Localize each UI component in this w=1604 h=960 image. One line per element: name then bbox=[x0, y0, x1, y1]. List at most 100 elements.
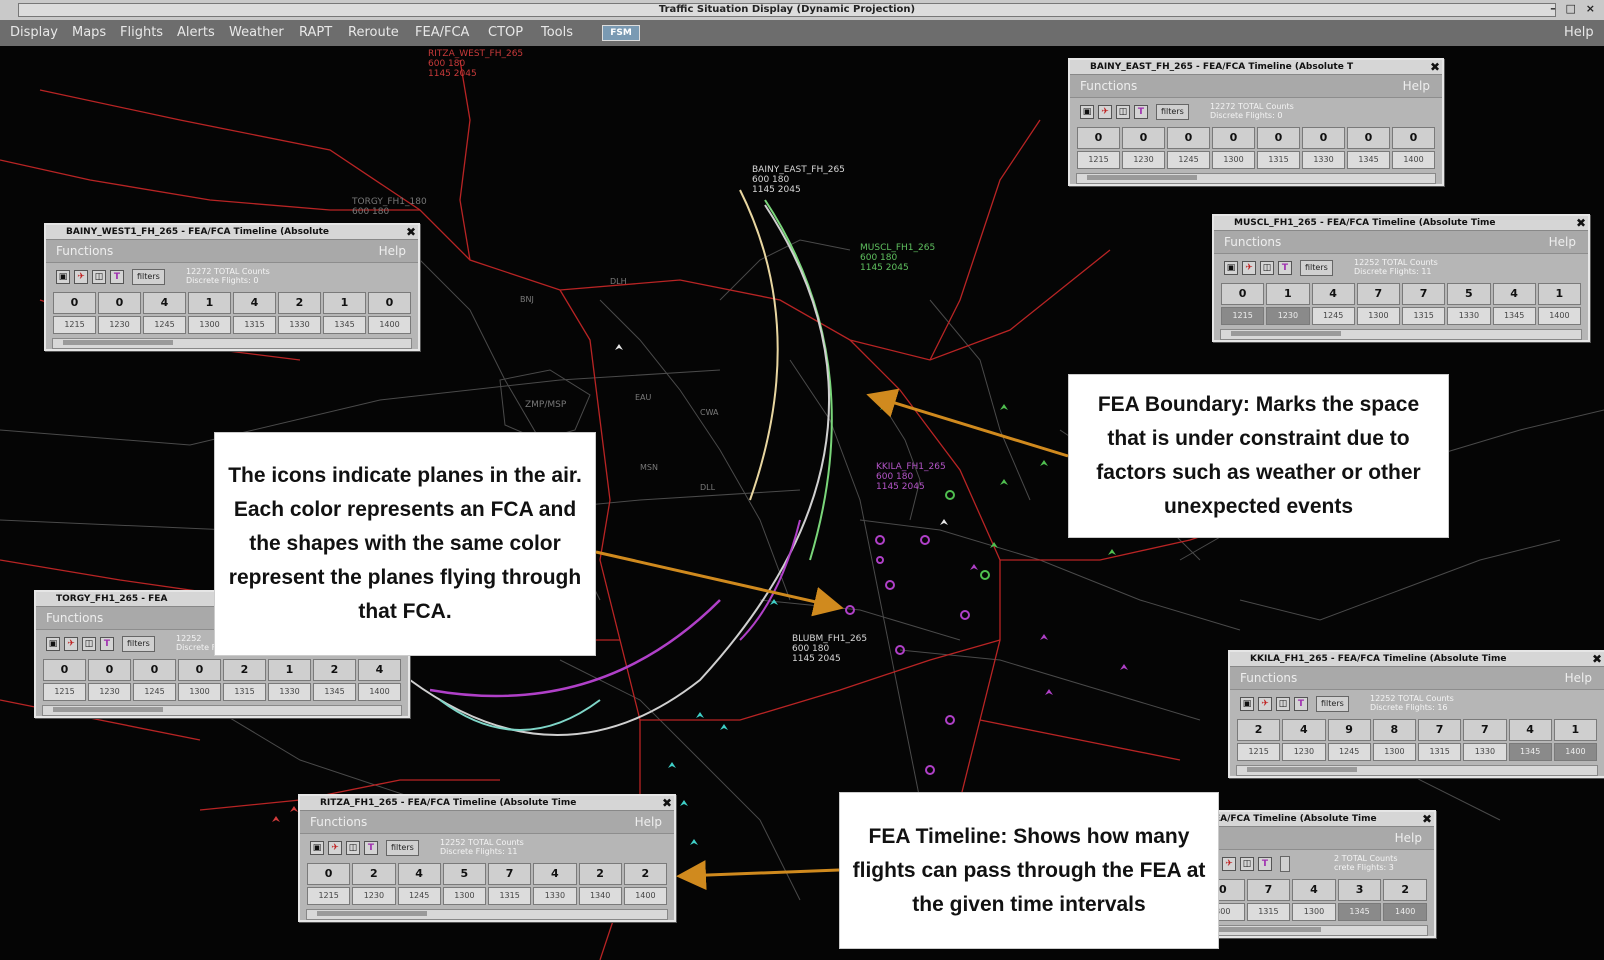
fea-timeline-window-partial[interactable]: EA/FCA Timeline (Absolute Time✖Help▣✈◫T2… bbox=[1192, 810, 1436, 938]
menu-reroute[interactable]: Reroute bbox=[348, 25, 399, 40]
save-icon[interactable]: ▣ bbox=[56, 270, 70, 284]
fea-timeline-window-ritza[interactable]: RITZA_FH1_265 - FEA/FCA Timeline (Absolu… bbox=[298, 794, 676, 922]
layout-icon[interactable]: ◫ bbox=[346, 841, 360, 855]
airplane-icon[interactable]: ✈ bbox=[74, 270, 88, 284]
close-icon[interactable]: ✖ bbox=[406, 225, 416, 239]
save-icon[interactable]: ▣ bbox=[46, 637, 60, 651]
layout-icon[interactable]: ◫ bbox=[1260, 261, 1274, 275]
airplane-icon[interactable]: ✈ bbox=[64, 637, 78, 651]
timeline-count-cell[interactable]: 4 bbox=[1311, 283, 1355, 305]
layout-icon[interactable]: ◫ bbox=[1240, 857, 1254, 871]
timeline-count-cell[interactable]: 7 bbox=[1356, 283, 1400, 305]
timeline-count-cell[interactable]: 4 bbox=[233, 292, 276, 314]
scrollbar-thumb[interactable] bbox=[1211, 927, 1321, 932]
text-icon[interactable]: T bbox=[1278, 261, 1292, 275]
text-icon[interactable]: T bbox=[110, 270, 124, 284]
timeline-count-cell[interactable]: 4 bbox=[358, 659, 401, 681]
timeline-count-cell[interactable]: 0 bbox=[178, 659, 221, 681]
horizontal-scrollbar[interactable] bbox=[306, 909, 668, 920]
scrollbar-thumb[interactable] bbox=[53, 707, 163, 712]
timeline-count-cell[interactable]: 0 bbox=[1392, 127, 1435, 149]
timeline-count-cell[interactable]: 0 bbox=[1122, 127, 1165, 149]
save-icon[interactable]: ▣ bbox=[310, 841, 324, 855]
close-icon[interactable]: ✖ bbox=[1576, 216, 1586, 230]
scrollbar-thumb[interactable] bbox=[1247, 767, 1357, 772]
timeline-count-cell[interactable]: 4 bbox=[1492, 283, 1536, 305]
timeline-count-cell[interactable]: 5 bbox=[442, 863, 486, 885]
close-icon[interactable]: ✖ bbox=[1592, 652, 1602, 666]
timeline-count-cell[interactable]: 4 bbox=[397, 863, 441, 885]
timeline-count-cell[interactable]: 4 bbox=[1508, 719, 1552, 741]
timeline-count-cell[interactable]: 5 bbox=[1447, 283, 1491, 305]
timeline-count-cell[interactable]: 3 bbox=[1337, 879, 1382, 901]
functions-menu[interactable]: Functions bbox=[1224, 235, 1281, 249]
functions-menu[interactable]: Functions bbox=[1080, 79, 1137, 93]
fea-timeline-window-kkila[interactable]: KKILA_FH1_265 - FEA/FCA Timeline (Absolu… bbox=[1228, 650, 1604, 778]
timeline-count-cell[interactable]: 1 bbox=[1553, 719, 1597, 741]
horizontal-scrollbar[interactable] bbox=[52, 338, 412, 349]
help-menu[interactable]: Help bbox=[635, 815, 662, 829]
timeline-count-cell[interactable]: 2 bbox=[623, 863, 667, 885]
close-icon[interactable]: ✖ bbox=[1430, 60, 1440, 74]
timeline-count-cell[interactable]: 4 bbox=[1282, 719, 1326, 741]
help-menu[interactable]: Help bbox=[1403, 79, 1430, 93]
airplane-icon[interactable]: ✈ bbox=[1222, 857, 1236, 871]
text-icon[interactable]: T bbox=[364, 841, 378, 855]
timeline-count-cell[interactable]: 1 bbox=[323, 292, 366, 314]
filters-button[interactable]: filters bbox=[1300, 260, 1333, 276]
timeline-count-cell[interactable]: 1 bbox=[1537, 283, 1581, 305]
timeline-count-cell[interactable]: 0 bbox=[1347, 127, 1390, 149]
timeline-count-cell[interactable]: 1 bbox=[268, 659, 311, 681]
filters-button[interactable] bbox=[1280, 856, 1290, 872]
timeline-count-cell[interactable]: 0 bbox=[368, 292, 411, 314]
horizontal-scrollbar[interactable] bbox=[42, 705, 402, 716]
scrollbar-thumb[interactable] bbox=[317, 911, 427, 916]
horizontal-scrollbar[interactable] bbox=[1076, 173, 1436, 184]
timeline-count-cell[interactable]: 2 bbox=[278, 292, 321, 314]
timeline-count-cell[interactable]: 0 bbox=[1302, 127, 1345, 149]
layout-icon[interactable]: ◫ bbox=[92, 270, 106, 284]
fsm-badge[interactable]: FSM bbox=[602, 25, 640, 41]
layout-icon[interactable]: ◫ bbox=[82, 637, 96, 651]
close-icon[interactable]: ✖ bbox=[662, 796, 672, 810]
filters-button[interactable]: filters bbox=[132, 269, 165, 285]
fea-timeline-window-bainy-east[interactable]: BAINY_EAST_FH_265 - FEA/FCA Timeline (Ab… bbox=[1068, 58, 1444, 186]
menu-fea-fca[interactable]: FEA/FCA bbox=[415, 25, 469, 40]
horizontal-scrollbar[interactable] bbox=[1220, 329, 1582, 340]
text-icon[interactable]: T bbox=[1258, 857, 1272, 871]
airplane-icon[interactable]: ✈ bbox=[1258, 697, 1272, 711]
window-controls[interactable]: – □ × bbox=[1550, 2, 1598, 15]
timeline-count-cell[interactable]: 7 bbox=[1463, 719, 1507, 741]
horizontal-scrollbar[interactable] bbox=[1200, 925, 1428, 936]
layout-icon[interactable]: ◫ bbox=[1116, 105, 1130, 119]
help-menu[interactable]: Help bbox=[379, 244, 406, 258]
timeline-count-cell[interactable]: 4 bbox=[143, 292, 186, 314]
timeline-count-cell[interactable]: 2 bbox=[223, 659, 266, 681]
timeline-count-cell[interactable]: 0 bbox=[1167, 127, 1210, 149]
help-menu[interactable]: Help bbox=[1395, 831, 1422, 845]
menu-rapt[interactable]: RAPT bbox=[299, 25, 332, 40]
timeline-count-cell[interactable]: 2 bbox=[313, 659, 356, 681]
fea-timeline-window-muscl[interactable]: MUSCL_FH1_265 - FEA/FCA Timeline (Absolu… bbox=[1212, 214, 1590, 342]
timeline-count-cell[interactable]: 0 bbox=[53, 292, 96, 314]
timeline-count-cell[interactable]: 0 bbox=[1077, 127, 1120, 149]
timeline-count-cell[interactable]: 1 bbox=[1266, 283, 1310, 305]
menu-alerts[interactable]: Alerts bbox=[177, 25, 215, 40]
airplane-icon[interactable]: ✈ bbox=[1242, 261, 1256, 275]
scrollbar-thumb[interactable] bbox=[1231, 331, 1341, 336]
timeline-count-cell[interactable]: 7 bbox=[1246, 879, 1291, 901]
airplane-icon[interactable]: ✈ bbox=[1098, 105, 1112, 119]
menu-maps[interactable]: Maps bbox=[72, 25, 106, 40]
functions-menu[interactable]: Functions bbox=[1240, 671, 1297, 685]
timeline-count-cell[interactable]: 7 bbox=[488, 863, 532, 885]
timeline-count-cell[interactable]: 0 bbox=[43, 659, 86, 681]
scrollbar-thumb[interactable] bbox=[1087, 175, 1197, 180]
menu-tools[interactable]: Tools bbox=[541, 25, 573, 40]
timeline-count-cell[interactable]: 4 bbox=[533, 863, 577, 885]
airplane-icon[interactable]: ✈ bbox=[328, 841, 342, 855]
filters-button[interactable]: filters bbox=[1156, 104, 1189, 120]
timeline-count-cell[interactable]: 2 bbox=[1383, 879, 1427, 901]
save-icon[interactable]: ▣ bbox=[1240, 697, 1254, 711]
timeline-count-cell[interactable]: 0 bbox=[307, 863, 351, 885]
menu-weather[interactable]: Weather bbox=[229, 25, 284, 40]
